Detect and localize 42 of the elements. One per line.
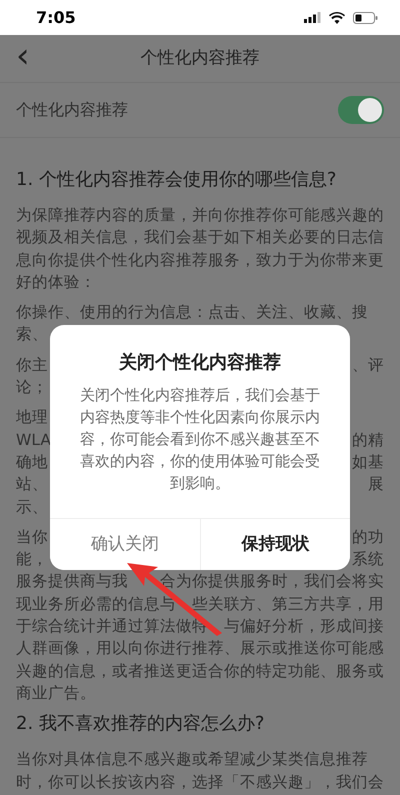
text-line: 为保障推荐内容的质量，并向你推荐你可能感兴趣的 (16, 205, 384, 226)
text-fragment: WLA (16, 430, 51, 451)
text-fragment: 的功 (352, 526, 384, 548)
text-line: 人群画像，用以向你进行推荐、展示或推送你可能感 (16, 638, 384, 660)
text-fragment: 能， (16, 549, 48, 570)
text-line: 息向你提供个性化内容推荐服务，致力于为你带来更 (16, 250, 384, 271)
text-fragment: 与偏好分析，形成间接 (224, 616, 384, 638)
page-title: 个性化内容推荐 (140, 46, 260, 70)
text-fragment: 系统 (352, 549, 384, 570)
text-line: 商业广告。 (16, 682, 96, 704)
text-fragment: 展 (368, 474, 384, 496)
text-line: 好的体验： (16, 272, 96, 293)
text-line: 兴趣的信息，或者推送更适合你的特定功能、服务或 (16, 660, 384, 682)
section-heading: 1. 个性化内容推荐会使用你的哪些信息? (16, 168, 338, 192)
section-heading: 2. 我不喜欢推荐的内容怎么办? (16, 712, 266, 736)
text-fragment: 你主 (16, 354, 48, 376)
wifi-icon (329, 12, 345, 24)
dialog-title: 关闭个性化内容推荐 (118, 351, 282, 375)
text-fragment: 当你 (16, 526, 48, 548)
text-fragment: 站、 (16, 474, 48, 496)
setting-label: 个性化内容推荐 (16, 99, 128, 121)
text-line: 你操作、使用的行为信息：点击、关注、收藏、搜 (16, 302, 368, 324)
status-time: 7:05 (36, 6, 76, 28)
text-fragment: 示、 (16, 496, 48, 518)
text-fragment: 、评 (352, 354, 384, 376)
keep-button[interactable]: 保持现状 (200, 519, 350, 570)
back-button[interactable]: ‹ (16, 38, 36, 78)
text-fragment: 服务提供商与我 (16, 571, 128, 592)
text-line: 视频及相关信息，我们会基于如下相关必要的日志信 (16, 227, 384, 248)
text-fragment: 确地 (16, 452, 48, 473)
text-fragment: 如基 (352, 452, 384, 473)
dialog-message: 关闭个性化内容推荐后，我们会基于内容热度等非个性化因素向你展示内容，你可能会看到你不感兴趣甚至不喜欢的内容，你的使用体验可能会受到影响。 (79, 385, 321, 494)
text-fragment: 的精 (352, 430, 384, 451)
signal-icon (304, 12, 321, 23)
text-line: 时，你可以长按该内容，选择「不感兴趣」，我们会 (16, 772, 384, 793)
toggle-switch[interactable] (338, 96, 384, 124)
text-line: 当你对具体信息不感兴趣或希望减少某类信息推荐 (16, 749, 368, 770)
text-fragment: 索、 (16, 324, 48, 346)
text-fragment: 些关联方、第三方共享，用 (192, 594, 384, 615)
text-fragment: 地理 (16, 407, 48, 428)
battery-icon (353, 12, 378, 24)
text-line: 论； (16, 377, 48, 398)
